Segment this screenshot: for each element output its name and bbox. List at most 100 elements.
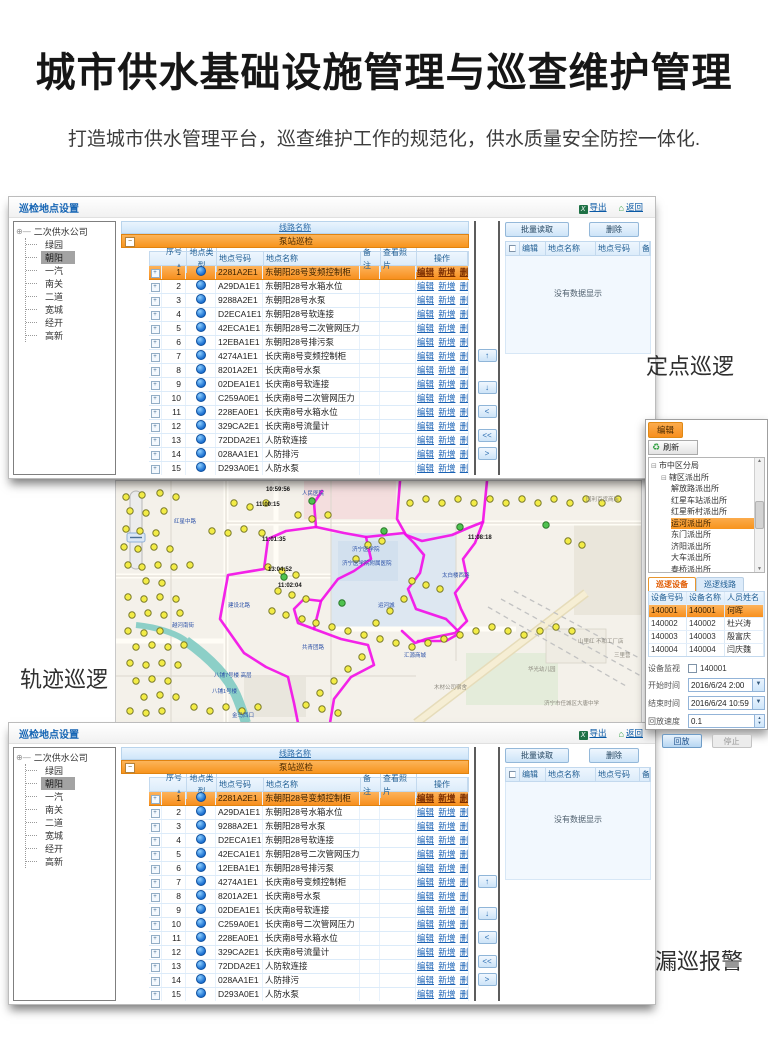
tree-item[interactable]: 宽城 <box>26 829 113 842</box>
table-row[interactable]: + 9 02DEA1E1 长庆南8号软连接 编辑 新增 删除 <box>149 378 469 392</box>
patrol-point-marker[interactable] <box>401 596 407 602</box>
add-link[interactable]: 新增 <box>438 407 455 417</box>
expand-row-icon[interactable]: + <box>151 283 160 292</box>
transfer-button[interactable]: ↑ <box>478 349 497 362</box>
edit-link[interactable]: 编辑 <box>417 323 434 333</box>
end-time-input[interactable]: 2016/6/24 10:59 ▼ <box>688 696 765 710</box>
tree-item[interactable]: 朝阳 <box>26 251 113 264</box>
refresh-button[interactable]: ♻ 刷新 <box>648 440 698 455</box>
add-link[interactable]: 新增 <box>438 379 455 389</box>
tree-collapse-icon[interactable]: ⊕— <box>16 227 31 236</box>
patrol-point-marker[interactable] <box>161 612 167 618</box>
patrol-point-marker[interactable] <box>157 490 163 496</box>
transfer-button[interactable]: < <box>478 405 497 418</box>
edit-link[interactable]: 编辑 <box>417 961 434 971</box>
patrol-point-marker[interactable] <box>165 678 171 684</box>
device-row[interactable]: 140002 140002 杜兴涛 <box>649 617 764 630</box>
export-link[interactable]: 导出 <box>590 202 607 212</box>
table-row[interactable]: + 14 028AA1E1 人防排污 编辑 新增 删除 <box>149 448 469 462</box>
tree-item[interactable]: 一汽 <box>26 790 113 803</box>
delete-link[interactable]: 删除 <box>460 919 469 929</box>
table-row[interactable]: + 3 9288A2E1 东朝阳28号水泵 编辑 新增 删除 <box>149 820 469 834</box>
patrol-point-marker[interactable] <box>127 660 133 666</box>
add-link[interactable]: 新增 <box>438 309 455 319</box>
add-link[interactable]: 新增 <box>438 393 455 403</box>
patrol-point-marker-active[interactable] <box>309 498 315 504</box>
patrol-point-marker-active[interactable] <box>281 574 287 580</box>
patrol-point-marker[interactable] <box>377 636 383 642</box>
patrol-point-marker[interactable] <box>519 496 525 502</box>
speed-input[interactable]: 0.1 ▲▼ <box>688 714 765 728</box>
patrol-point-marker[interactable] <box>139 564 145 570</box>
edit-link[interactable]: 编辑 <box>417 975 434 985</box>
scroll-up-icon[interactable]: ▲ <box>757 458 762 464</box>
group-row[interactable]: − 泵站巡检 <box>121 234 469 248</box>
patrol-point-marker[interactable] <box>159 708 165 714</box>
route-name-column-link[interactable]: 线路名称 <box>279 749 311 758</box>
station-tree-item[interactable]: 东门派出所 <box>671 529 754 541</box>
patrol-point-marker[interactable] <box>303 596 309 602</box>
patrol-point-marker[interactable] <box>569 628 575 634</box>
patrol-point-marker[interactable] <box>473 628 479 634</box>
table-row[interactable]: + 8 8201A2E1 长庆南8号水泵 编辑 新增 删除 <box>149 364 469 378</box>
patrol-point-marker[interactable] <box>207 708 213 714</box>
patrol-point-marker[interactable] <box>143 510 149 516</box>
table-row[interactable]: + 15 D293A0E1 人防水泵 编辑 新增 删除 <box>149 988 469 1001</box>
patrol-point-marker[interactable] <box>309 516 315 522</box>
delete-link[interactable]: 删除 <box>460 835 469 845</box>
patrol-point-marker[interactable] <box>535 500 541 506</box>
patrol-point-marker[interactable] <box>247 504 253 510</box>
edit-link[interactable]: 编辑 <box>417 877 434 887</box>
delete-link[interactable]: 删除 <box>460 337 469 347</box>
patrol-point-marker[interactable] <box>161 508 167 514</box>
add-link[interactable]: 新增 <box>438 323 455 333</box>
expand-row-icon[interactable]: + <box>151 949 160 958</box>
table-row[interactable]: + 12 329CA2E1 长庆南8号流量计 编辑 新增 删 <box>149 946 469 960</box>
edit-tab[interactable]: 编辑 <box>648 422 683 438</box>
add-link[interactable]: 新增 <box>438 989 455 999</box>
patrol-point-marker[interactable] <box>159 660 165 666</box>
patrol-point-marker[interactable] <box>149 676 155 682</box>
col-name[interactable]: 地点名称 <box>264 252 361 265</box>
station-tree-item[interactable]: 泰桥派出所 <box>671 564 754 574</box>
patrol-point-marker[interactable] <box>579 542 585 548</box>
tree-item[interactable]: 一汽 <box>26 264 113 277</box>
delete-link[interactable]: 删除 <box>460 961 469 971</box>
panel-col-code[interactable]: 地点号码 <box>596 768 640 781</box>
table-row[interactable]: + 3 9288A2E1 东朝阳28号水泵 编辑 新增 删除 <box>149 294 469 308</box>
edit-link[interactable]: 编辑 <box>417 337 434 347</box>
panel-col-note[interactable]: 备注 <box>640 242 650 255</box>
patrol-track-map[interactable]: 人民医院济宁医学院济宁医学院附属医院太白楼西路建设北路红星中路越河南街运河城共青… <box>115 480 642 724</box>
delete-link[interactable]: 删除 <box>460 821 469 831</box>
tree-item[interactable]: 南关 <box>26 277 113 290</box>
delete-link[interactable]: 删除 <box>460 421 469 431</box>
edit-link[interactable]: 编辑 <box>417 905 434 915</box>
delete-link[interactable]: 删除 <box>460 877 469 887</box>
expand-row-icon[interactable]: + <box>151 437 160 446</box>
table-row[interactable]: + 12 329CA2E1 长庆南8号流量计 编辑 新增 删 <box>149 420 469 434</box>
add-link[interactable]: 新增 <box>438 421 455 431</box>
expand-row-icon[interactable]: + <box>151 809 160 818</box>
patrol-point-marker[interactable] <box>225 530 231 536</box>
patrol-point-marker-active[interactable] <box>339 600 345 606</box>
device-col-name[interactable]: 设备名称 <box>687 592 725 604</box>
tree-item[interactable]: 绿园 <box>26 238 113 251</box>
patrol-point-marker[interactable] <box>127 508 133 514</box>
patrol-point-marker[interactable] <box>157 594 163 600</box>
patrol-point-marker[interactable] <box>299 616 305 622</box>
patrol-point-marker[interactable] <box>409 644 415 650</box>
expand-row-icon[interactable]: + <box>151 907 160 916</box>
patrol-point-marker[interactable] <box>345 628 351 634</box>
device-row[interactable]: 140003 140003 殷富庆 <box>649 630 764 643</box>
patrol-point-marker[interactable] <box>361 632 367 638</box>
delete-link[interactable]: 删除 <box>460 435 469 445</box>
edit-link[interactable]: 编辑 <box>417 407 434 417</box>
expand-row-icon[interactable]: + <box>151 451 160 460</box>
patrol-point-marker[interactable] <box>455 496 461 502</box>
delete-link[interactable]: 删除 <box>460 933 469 943</box>
panel-col-note[interactable]: 备注 <box>640 768 650 781</box>
delete-link[interactable]: 删除 <box>460 379 469 389</box>
table-row[interactable]: + 1 2281A2E1 东朝阳28号变频控制柜 编辑 新增 <box>149 266 469 280</box>
table-row[interactable]: + 7 4274A1E1 长庆南8号变频控制柜 编辑 新增 <box>149 876 469 890</box>
patrol-point-marker[interactable] <box>143 710 149 716</box>
